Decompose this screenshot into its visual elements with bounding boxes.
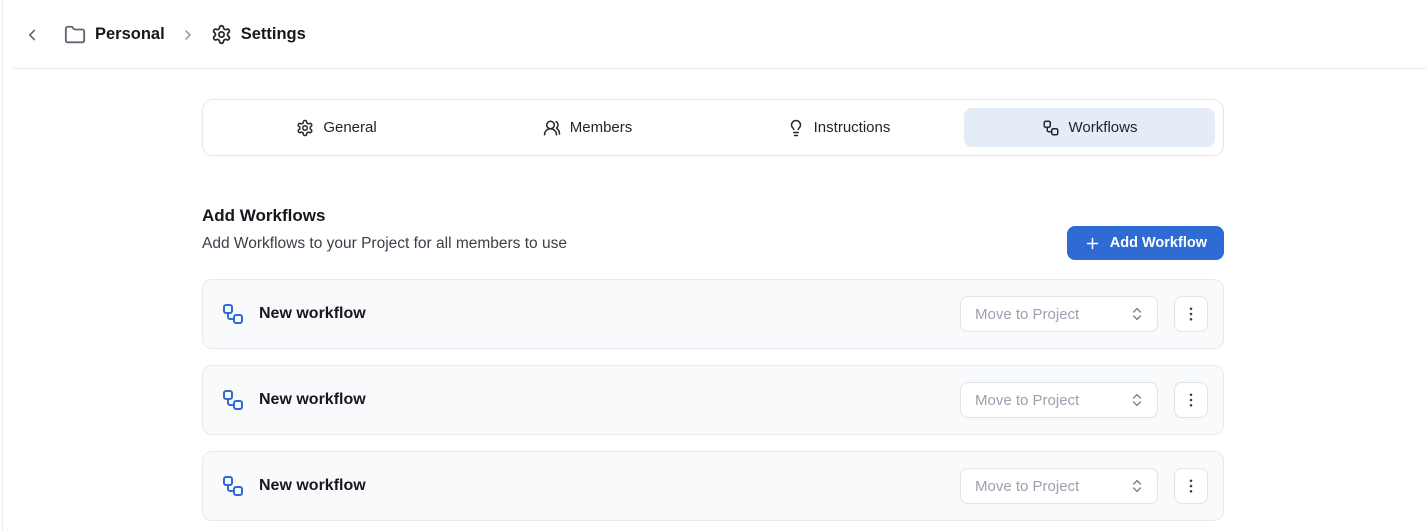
workflow-icon — [1042, 119, 1060, 137]
workflow-name: New workflow — [259, 305, 960, 323]
workflow-icon — [221, 388, 245, 412]
chevron-right-icon — [180, 27, 196, 43]
move-to-project-select-value: Move to Project — [975, 478, 1079, 495]
tab-instructions[interactable]: Instructions — [713, 108, 964, 147]
users-icon — [543, 119, 561, 137]
chevron-left-icon — [23, 26, 41, 44]
workflow-menu-button[interactable] — [1174, 382, 1208, 418]
tab-label: Workflows — [1069, 119, 1138, 136]
move-to-project-select[interactable]: Move to Project — [960, 468, 1158, 504]
workflow-icon — [221, 474, 245, 498]
gear-icon — [296, 119, 314, 137]
tab-workflows[interactable]: Workflows — [964, 108, 1215, 147]
workflow-list: New workflow Move to Project New workflo… — [202, 279, 1224, 521]
workflow-name: New workflow — [259, 391, 960, 409]
page-subtitle: Add Workflows to your Project for all me… — [202, 235, 567, 253]
move-to-project-select-value: Move to Project — [975, 392, 1079, 409]
workflow-row: New workflow Move to Project — [202, 279, 1224, 349]
chevrons-up-down-icon — [1129, 392, 1145, 408]
add-workflow-button[interactable]: Add Workflow — [1067, 226, 1224, 260]
move-to-project-select[interactable]: Move to Project — [960, 296, 1158, 332]
move-to-project-select[interactable]: Move to Project — [960, 382, 1158, 418]
kebab-icon — [1182, 391, 1200, 409]
workflow-menu-button[interactable] — [1174, 468, 1208, 504]
tab-members[interactable]: Members — [462, 108, 713, 147]
settings-tab-bar: General Members Instructions Workflows — [202, 99, 1224, 156]
tab-general[interactable]: General — [211, 108, 462, 147]
plus-icon — [1084, 235, 1101, 252]
breadcrumb: Personal Settings — [0, 0, 1426, 69]
kebab-icon — [1182, 477, 1200, 495]
tab-label: Members — [570, 119, 633, 136]
breadcrumb-label: Settings — [241, 25, 306, 44]
gear-icon — [211, 24, 232, 45]
folder-icon — [64, 24, 86, 46]
breadcrumb-item-personal[interactable]: Personal — [64, 24, 165, 46]
kebab-icon — [1182, 305, 1200, 323]
workflow-menu-button[interactable] — [1174, 296, 1208, 332]
workflow-icon — [221, 302, 245, 326]
section-heading: Add Workflows Add Workflows to your Proj… — [202, 206, 567, 253]
add-workflows-section-header: Add Workflows Add Workflows to your Proj… — [202, 206, 1224, 253]
chevrons-up-down-icon — [1129, 478, 1145, 494]
tab-label: General — [323, 119, 376, 136]
add-workflow-button-label: Add Workflow — [1110, 235, 1207, 251]
breadcrumb-item-settings[interactable]: Settings — [211, 24, 306, 45]
workflow-name: New workflow — [259, 477, 960, 495]
lightbulb-icon — [787, 119, 805, 137]
breadcrumb-label: Personal — [95, 25, 165, 44]
workflow-row: New workflow Move to Project — [202, 451, 1224, 521]
move-to-project-select-value: Move to Project — [975, 306, 1079, 323]
workflow-row: New workflow Move to Project — [202, 365, 1224, 435]
tab-label: Instructions — [814, 119, 891, 136]
chevrons-up-down-icon — [1129, 306, 1145, 322]
back-button[interactable] — [22, 25, 42, 45]
page-title: Add Workflows — [202, 206, 567, 226]
